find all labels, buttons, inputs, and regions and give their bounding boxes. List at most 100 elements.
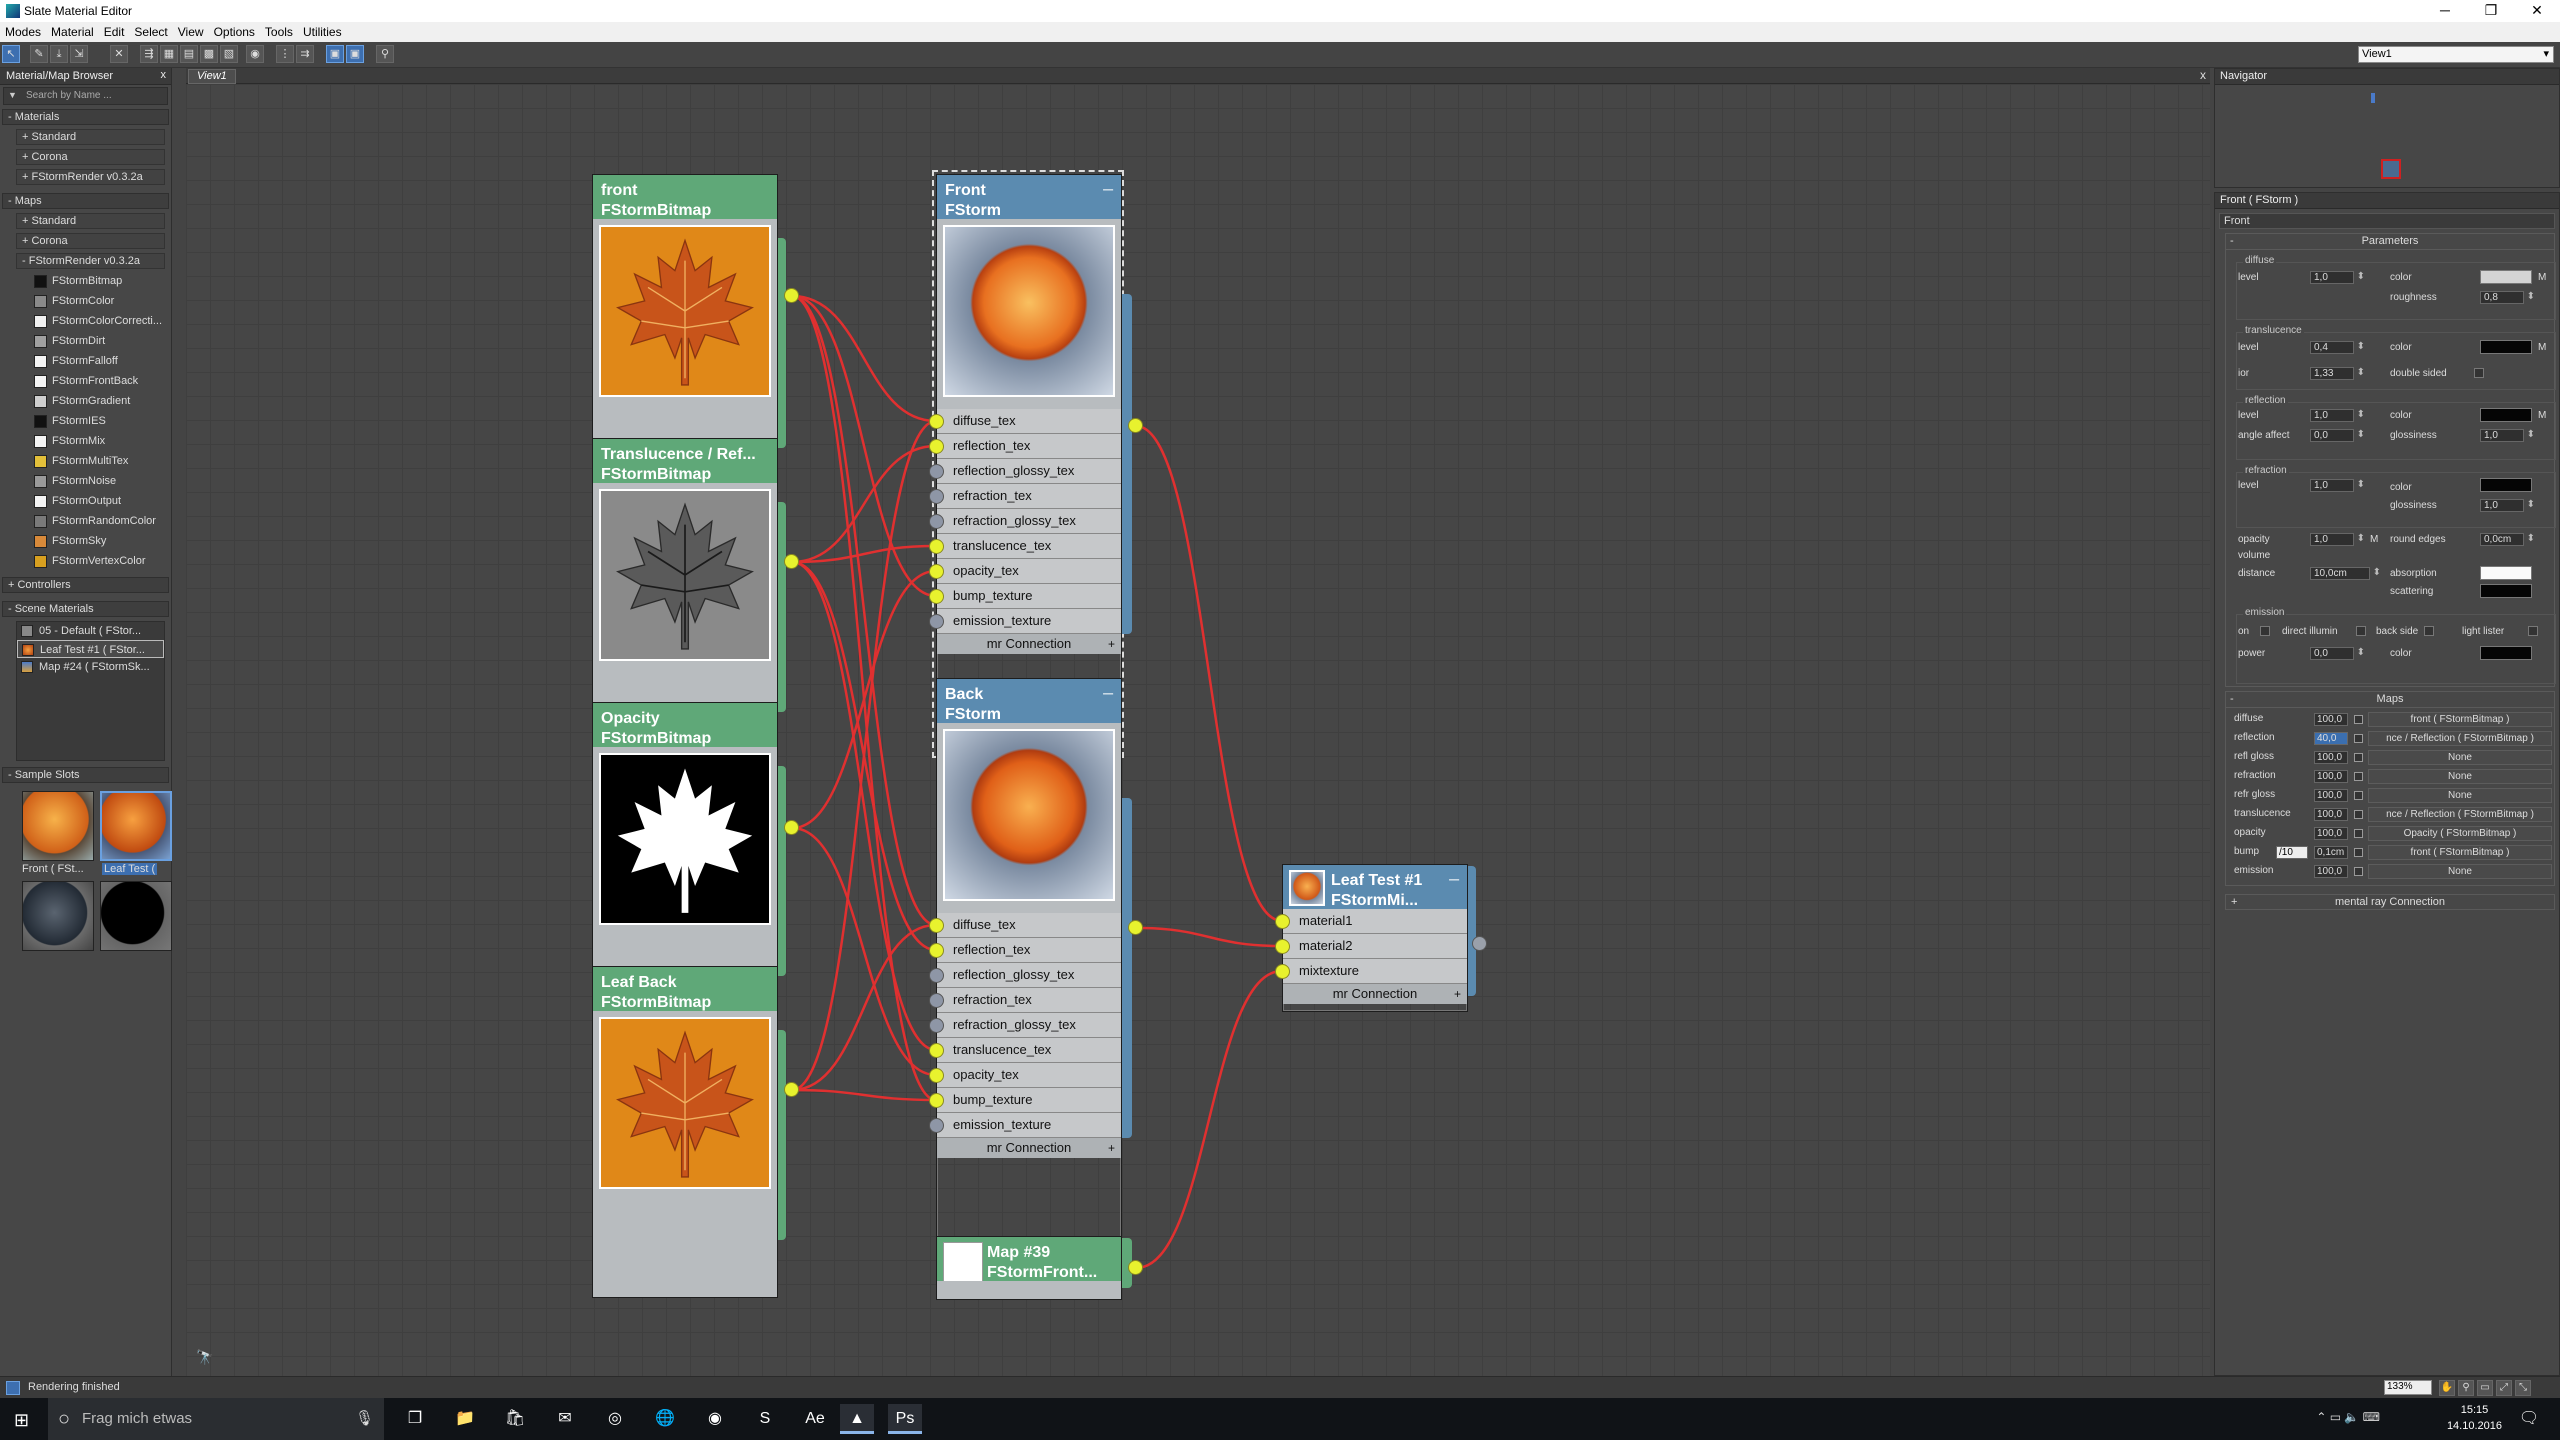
show-map-icon[interactable]: ▤ (180, 45, 198, 63)
node-minimize-button[interactable]: ─ (1103, 179, 1113, 199)
minimize-button[interactable]: ─ (2422, 0, 2468, 22)
slot-input-port[interactable] (929, 539, 944, 554)
node-leaf-test-mix[interactable]: Leaf Test #1 FStormMi... ─ material1 materi… (1275, 864, 1468, 1012)
map-assign-button[interactable]: front ( FStormBitmap ) (2368, 845, 2552, 860)
assign-material-icon[interactable]: ⇲ (70, 45, 88, 63)
mental-ray-connection-rollout[interactable]: + mental ray Connection (2225, 894, 2555, 910)
sample-slot-front[interactable] (22, 791, 94, 861)
connection-wire[interactable] (791, 544, 937, 564)
close-button[interactable]: ✕ (2514, 0, 2560, 22)
slot-row[interactable]: refraction_glossy_tex (929, 509, 1121, 534)
node-front-material[interactable]: Front FStorm ─ diffuse_tex reflection_tex re… (929, 174, 1122, 754)
slot-row[interactable]: translucence_tex (929, 534, 1121, 559)
expand-icon[interactable]: + (1108, 1138, 1115, 1158)
map-type-item[interactable]: FStormNoise (30, 471, 165, 491)
map-assign-button[interactable]: front ( FStormBitmap ) (2368, 712, 2552, 727)
delete-icon[interactable]: ✕ (110, 45, 128, 63)
map-type-item[interactable]: FStormVertexColor (30, 551, 165, 571)
leaf-back-bitmap-output-port[interactable] (784, 1082, 799, 1097)
light-lister-checkbox[interactable] (2528, 626, 2538, 636)
map-type-item[interactable]: FStormDirt (30, 331, 165, 351)
slot-row[interactable]: bump_texture (929, 584, 1121, 609)
power-spinner[interactable]: 0,0 (2310, 647, 2365, 660)
scene-material-item[interactable]: Map #24 ( FStormSk... (17, 658, 164, 676)
map-type-item[interactable]: FStormMix (30, 431, 165, 451)
front-material-output-port[interactable] (1128, 418, 1143, 433)
map-enable-checkbox[interactable] (2354, 791, 2363, 800)
connection-wire[interactable] (791, 294, 937, 423)
emission-on-checkbox[interactable] (2260, 626, 2270, 636)
pan-icon[interactable]: ✋ (2439, 1380, 2455, 1396)
menu-edit[interactable]: Edit (99, 22, 130, 42)
slot-row[interactable]: mixtexture (1275, 959, 1467, 984)
slot-row[interactable]: diffuse_tex (929, 409, 1121, 434)
menu-material[interactable]: Material (46, 22, 99, 42)
node-back-material[interactable]: Back FStorm ─ diffuse_tex reflection_tex ref… (929, 678, 1122, 1258)
mail-icon[interactable]: ✉ (548, 1404, 582, 1434)
scene-material-item[interactable]: 05 - Default ( FStor... (17, 622, 164, 640)
scattering-swatch[interactable] (2480, 584, 2532, 598)
map-amount-spinner[interactable]: 100,0 (2314, 770, 2348, 783)
slot-row[interactable]: material2 (1275, 934, 1467, 959)
map-enable-checkbox[interactable] (2354, 810, 2363, 819)
angle-affect-spinner[interactable]: 0,0 (2310, 429, 2365, 442)
notifications-icon[interactable]: 🗨 (2512, 1404, 2546, 1434)
view-close-icon[interactable]: x (2200, 68, 2206, 82)
layout-children-icon[interactable]: ⇉ (296, 45, 314, 63)
refr-level-spinner[interactable]: 1,0 (2310, 479, 2365, 492)
round-edges-spinner[interactable]: 0,0cm (2480, 533, 2535, 546)
map-enable-checkbox[interactable] (2354, 772, 2363, 781)
zoom-selected-icon[interactable]: ⤡ (2515, 1380, 2531, 1396)
double-sided-checkbox[interactable] (2474, 368, 2484, 378)
connection-wire[interactable] (791, 560, 937, 1052)
connection-wire[interactable] (791, 444, 937, 564)
pick-material-icon[interactable]: ✎ (30, 45, 48, 63)
group-controllers[interactable]: + Controllers (2, 577, 169, 593)
back-side-checkbox[interactable] (2424, 626, 2434, 636)
maps-fstorm[interactable]: - FStormRender v0.3.2a (16, 253, 165, 269)
diffuse-color-swatch[interactable] (2480, 270, 2532, 284)
skype-icon[interactable]: S (748, 1404, 782, 1434)
render-preview-icon[interactable]: ◉ (246, 45, 264, 63)
group-materials[interactable]: - Materials (2, 109, 169, 125)
browser-close-icon[interactable]: x (161, 69, 167, 81)
bump-divisor-dropdown[interactable]: /10 (2276, 846, 2308, 859)
windows-start-icon[interactable]: ⊞ (14, 1410, 29, 1431)
slot-input-port[interactable] (929, 968, 944, 983)
menu-select[interactable]: Select (129, 22, 172, 42)
group-sample-slots[interactable]: - Sample Slots (2, 767, 169, 783)
map-type-item[interactable]: FStormMultiTex (30, 451, 165, 471)
navigator-viewport-rect[interactable] (2381, 159, 2401, 179)
diffuse-level-spinner[interactable]: 1,0 (2310, 271, 2365, 284)
slot-input-port[interactable] (929, 943, 944, 958)
browser-search-input[interactable]: Search by Name ... (3, 87, 168, 105)
refl-level-spinner[interactable]: 1,0 (2310, 409, 2365, 422)
show-background-icon[interactable]: ▩ (200, 45, 218, 63)
refl-map-button[interactable]: M (2538, 410, 2546, 421)
slot-input-port[interactable] (929, 1068, 944, 1083)
refl-color-swatch[interactable] (2480, 408, 2532, 422)
ior-spinner[interactable]: 1,33 (2310, 367, 2365, 380)
map-amount-spinner[interactable]: 100,0 (2314, 713, 2348, 726)
node-leaf-back-bitmap[interactable]: Leaf Back FStormBitmap (592, 966, 778, 1298)
group-maps[interactable]: - Maps (2, 193, 169, 209)
slot-input-port[interactable] (929, 464, 944, 479)
slot-input-port[interactable] (929, 1118, 944, 1133)
map-amount-spinner[interactable]: 100,0 (2314, 827, 2348, 840)
parameters-header[interactable]: - Parameters (2226, 234, 2554, 250)
map-enable-checkbox[interactable] (2354, 715, 2363, 724)
scene-material-item[interactable]: Leaf Test #1 ( FStor... (17, 640, 164, 658)
slot-row[interactable]: refraction_glossy_tex (929, 1013, 1121, 1038)
roughness-spinner[interactable]: 0,8 (2480, 291, 2535, 304)
slot-input-port[interactable] (929, 489, 944, 504)
zoom-extents-icon[interactable]: ⤢ (2496, 1380, 2512, 1396)
clock[interactable]: 15:15 14.10.2016 (2447, 1402, 2502, 1434)
material-name-field[interactable]: Front (2219, 213, 2555, 229)
connection-wire[interactable] (1135, 424, 1283, 923)
store-icon[interactable]: 🛍 (498, 1404, 532, 1434)
transl-map-button[interactable]: M (2538, 342, 2546, 353)
map-type-item[interactable]: FStormSky (30, 531, 165, 551)
map-assign-button[interactable]: nce / Reflection ( FStormBitmap ) (2368, 731, 2552, 746)
distance-spinner[interactable]: 10,0cm (2310, 567, 2381, 580)
map-type-item[interactable]: FStormFalloff (30, 351, 165, 371)
